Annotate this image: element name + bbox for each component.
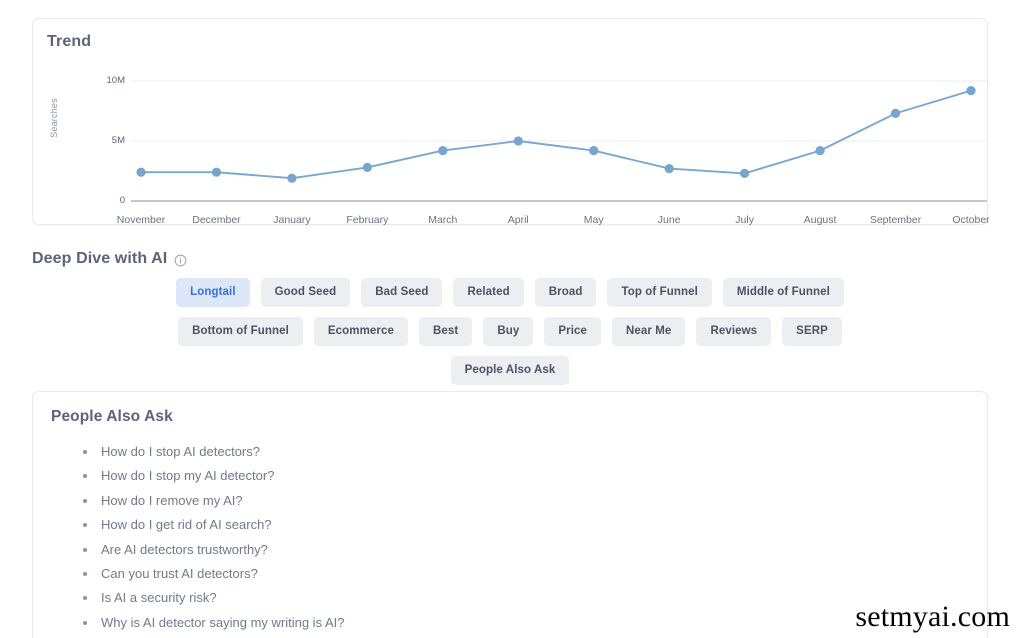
chart-x-tick-label: November [116, 214, 166, 226]
trend-chart: Searches 0 5M 10M November December January F… [33, 51, 990, 226]
people-also-ask-card: People Also Ask How do I stop AI detecto… [32, 391, 988, 638]
chip-broad[interactable]: Broad [534, 278, 597, 307]
deep-dive-header: Deep Dive with AI [32, 250, 187, 268]
chip-buy[interactable]: Buy [483, 317, 534, 346]
page-root: Trend Searches 0 5M 10M November December Ja… [0, 0, 1024, 638]
chip-reviews[interactable]: Reviews [696, 317, 772, 346]
people-also-ask-item[interactable]: Can you trust AI detectors? [75, 562, 344, 586]
people-also-ask-item[interactable]: Why is AI detector saying my writing is … [75, 611, 344, 635]
people-also-ask-title: People Also Ask [51, 408, 173, 425]
info-circle-icon[interactable] [174, 254, 187, 267]
people-also-ask-item[interactable]: How do I get rid of AI search? [75, 513, 344, 537]
chart-x-tick-label: February [346, 214, 389, 226]
chart-x-tick-label: March [428, 214, 458, 226]
people-also-ask-item[interactable]: How do I stop AI detectors? [75, 440, 344, 464]
chip-row: People Also Ask [32, 356, 988, 385]
chip-near-me[interactable]: Near Me [611, 317, 686, 346]
chip-good-seed[interactable]: Good Seed [260, 278, 351, 307]
chart-x-tick-label: January [273, 214, 311, 226]
people-also-ask-item[interactable]: How do I stop my AI detector? [75, 464, 344, 488]
chart-x-tick-label: December [192, 214, 241, 226]
chart-x-tick-label: July [735, 214, 754, 226]
trend-card-title: Trend [47, 33, 92, 50]
chart-x-tick-label: April [507, 214, 529, 226]
deep-dive-chip-groups: Longtail Good Seed Bad Seed Related Broad Top… [32, 278, 988, 395]
chip-bad-seed[interactable]: Bad Seed [361, 278, 443, 307]
watermark: setmyai.com [855, 600, 1010, 633]
chip-serp[interactable]: SERP [782, 317, 842, 346]
chip-people-also-ask[interactable]: People Also Ask [450, 356, 570, 385]
people-also-ask-item[interactable]: Is AI a security risk? [75, 586, 344, 610]
chip-related[interactable]: Related [453, 278, 524, 307]
chart-y-axis-title: Searches [49, 98, 59, 138]
chip-middle-of-funnel[interactable]: Middle of Funnel [722, 278, 844, 307]
chip-top-of-funnel[interactable]: Top of Funnel [607, 278, 712, 307]
deep-dive-title: Deep Dive with AI [32, 250, 168, 267]
chart-x-tick-label: June [657, 214, 681, 226]
chart-x-tick-label: August [803, 214, 837, 226]
chip-row: Longtail Good Seed Bad Seed Related Broad Top… [32, 278, 988, 307]
chip-best[interactable]: Best [418, 317, 473, 346]
chart-plot-area [131, 80, 987, 202]
people-also-ask-item[interactable]: How do I remove my AI? [75, 489, 344, 513]
chip-ecommerce[interactable]: Ecommerce [313, 317, 408, 346]
chip-longtail[interactable]: Longtail [176, 278, 250, 307]
chip-row: Bottom of Funnel Ecommerce Best Buy Price Nea… [32, 317, 988, 346]
chip-price[interactable]: Price [544, 317, 601, 346]
chart-y-tick-label: 5M [111, 135, 125, 146]
chart-y-tick-label: 10M [106, 75, 125, 86]
people-also-ask-item[interactable]: Are AI detectors trustworthy? [75, 538, 344, 562]
chip-bottom-of-funnel[interactable]: Bottom of Funnel [178, 317, 303, 346]
chart-y-tick-label: 0 [119, 195, 125, 206]
chart-x-tick-label: October [952, 214, 990, 226]
chart-x-tick-label: September [869, 214, 922, 226]
chart-x-tick-label: May [583, 214, 604, 226]
trend-card: Trend Searches 0 5M 10M November December Ja… [32, 18, 990, 226]
people-also-ask-list: How do I stop AI detectors? How do I stop… [75, 440, 344, 635]
